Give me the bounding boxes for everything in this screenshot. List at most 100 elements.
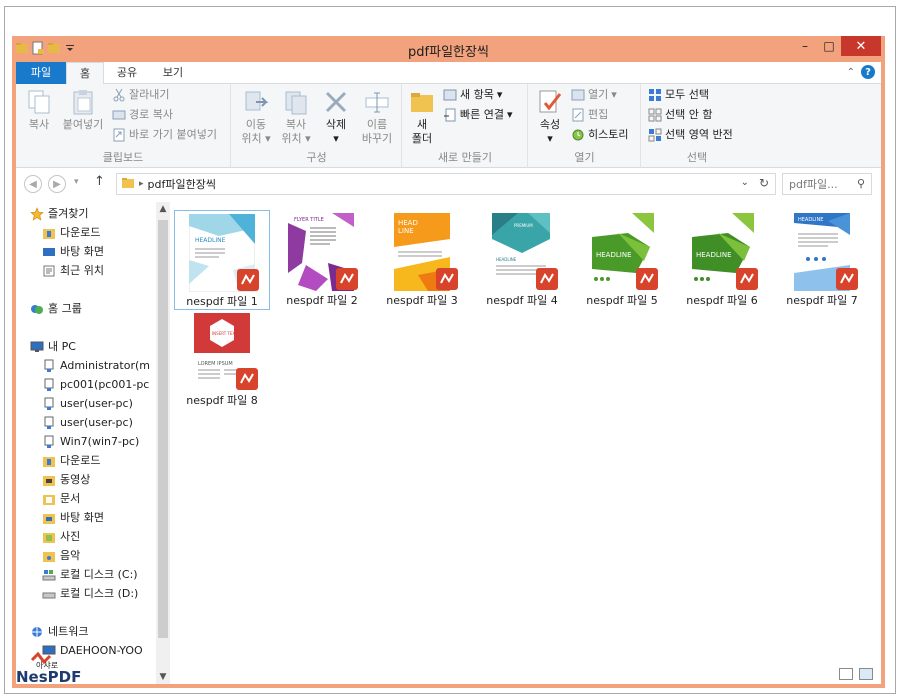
nav-item-desktop-pc[interactable]: 바탕 화면 (42, 508, 156, 527)
up-button[interactable]: ↑ (94, 174, 105, 189)
cut-button[interactable]: 잘라내기 (112, 86, 169, 104)
nav-item-local-disk-d[interactable]: 로컬 디스크 (D:) (42, 584, 156, 603)
large-icons-view-icon[interactable] (859, 668, 873, 680)
refresh-icon[interactable]: ↻ (759, 176, 769, 190)
maximize-button[interactable]: □ (817, 36, 841, 56)
back-button[interactable]: ◀ (24, 175, 42, 193)
file-item[interactable]: HEADLINE nespdf 파일 1 (174, 210, 270, 310)
nav-item-network-drive-3[interactable]: user(user-pc) (42, 394, 156, 413)
collapse-ribbon-icon[interactable]: ⌃ (847, 67, 855, 78)
rename-button[interactable]: 이름 바꾸기 (356, 88, 398, 146)
scroll-thumb[interactable] (158, 220, 168, 638)
svg-text:아샤로: 아샤로 (36, 660, 58, 670)
open-icon (571, 88, 585, 102)
nav-item-network[interactable]: 네트워크 (30, 622, 156, 641)
clipboard-group-label: 클립보드 (102, 151, 144, 164)
file-item[interactable]: HEADLINE nespdf 파일 7 (774, 210, 870, 310)
nav-item-music[interactable]: 음악 (42, 546, 156, 565)
file-item[interactable]: FLYER TITLE nespdf 파일 2 (274, 210, 370, 310)
file-name: nespdf 파일 3 (386, 294, 458, 307)
nespdf-badge-icon (636, 268, 658, 290)
nespdf-badge-icon (237, 269, 259, 291)
nav-item-downloads-pc[interactable]: 다운로드 (42, 451, 156, 470)
nav-item-pictures[interactable]: 사진 (42, 527, 156, 546)
tab-home[interactable]: 홈 (66, 62, 104, 85)
svg-text:HEADLINE: HEADLINE (195, 237, 226, 244)
nav-item-documents[interactable]: 문서 (42, 489, 156, 508)
nav-scrollbar[interactable]: ▲ ▼ (156, 202, 170, 684)
minimize-button[interactable]: – (793, 36, 817, 56)
breadcrumb[interactable]: pdf파일한장씩 (148, 176, 216, 192)
ribbon-help-area: ⌃ ? (847, 65, 875, 79)
new-folder-button[interactable]: 새 폴더 (407, 88, 437, 146)
new-item-icon (443, 88, 457, 102)
copy-path-button[interactable]: 경로 복사 (112, 106, 173, 124)
nav-item-recent[interactable]: 최근 위치 (42, 261, 156, 280)
details-view-icon[interactable] (839, 668, 853, 680)
edit-button[interactable]: 편집 (571, 106, 608, 124)
file-item[interactable]: HEAD LINE nespdf 파일 3 (374, 210, 470, 310)
nav-item-network-drive-1[interactable]: Administrator(m (42, 356, 156, 375)
new-item-button[interactable]: 새 항목 ▾ (443, 86, 502, 104)
ribbon-tabs: 파일 홈 공유 보기 ⌃ ? (16, 62, 881, 162)
nav-item-desktop[interactable]: 바탕 화면 (42, 242, 156, 261)
nav-item-network-drive-4[interactable]: user(user-pc) (42, 413, 156, 432)
close-button[interactable]: ✕ (841, 36, 881, 56)
select-all-button[interactable]: 모두 선택 (648, 86, 709, 104)
search-icon[interactable]: ⚲ (857, 177, 865, 190)
search-input[interactable]: pdf파일... ⚲ (782, 173, 872, 195)
nav-item-downloads[interactable]: 다운로드 (42, 223, 156, 242)
star-icon (30, 206, 44, 221)
file-item[interactable]: HEADLINE nespdf 파일 6 (674, 210, 770, 310)
nav-item-this-pc[interactable]: 내 PC (30, 337, 156, 356)
tab-share[interactable]: 공유 (108, 62, 146, 84)
copy-button[interactable]: 복사 (22, 88, 56, 132)
file-name: nespdf 파일 6 (686, 294, 758, 307)
scroll-up-icon[interactable]: ▲ (156, 202, 170, 216)
navigation-pane: 즐겨찾기 다운로드 바탕 화면 최근 위치 홈 그룹 내 PC Administ… (16, 202, 156, 684)
open-button[interactable]: 열기 ▾ (571, 86, 617, 104)
paste-shortcut-button[interactable]: 바로 가기 붙여넣기 (112, 126, 217, 144)
recent-places-icon (42, 264, 56, 278)
move-to-button[interactable]: 이동 위치 ▾ (236, 88, 276, 146)
forward-button[interactable]: ▶ (48, 175, 66, 193)
nav-item-network-drive-5[interactable]: Win7(win7-pc) (42, 432, 156, 451)
nav-item-local-disk-c[interactable]: 로컬 디스크 (C:) (42, 565, 156, 584)
file-name: nespdf 파일 8 (186, 394, 258, 407)
file-list: HEADLINE nespdf 파일 1 FLYER TITLE nespdf … (174, 202, 881, 684)
computer-icon (30, 340, 44, 354)
scroll-down-icon[interactable]: ▼ (156, 670, 170, 684)
file-item[interactable]: INSERT TEXT LOREM IPSUM nespdf 파일 8 (174, 310, 270, 410)
clipboard-group: 복사 붙여넣기 잘라내기 경로 복사 바로 가기 붙여넣기 클립보드 (16, 84, 231, 168)
paste-button[interactable]: 붙여넣기 (60, 88, 106, 132)
system-drive-icon (42, 568, 56, 582)
delete-button[interactable]: 삭제 ▾ (318, 88, 354, 146)
address-box[interactable]: ▸ pdf파일한장씩 ⌄ ↻ (116, 173, 776, 195)
network-drive-icon (42, 435, 56, 449)
svg-text:HEADLINE: HEADLINE (496, 257, 517, 262)
select-group-label: 선택 (686, 151, 708, 164)
select-none-button[interactable]: 선택 안 함 (648, 106, 712, 124)
invert-selection-button[interactable]: 선택 영역 반전 (648, 126, 733, 144)
nespdf-badge-icon (336, 268, 358, 290)
nav-item-network-drive-2[interactable]: pc001(pc001-pc (42, 375, 156, 394)
recent-locations-dropdown[interactable]: ▾ (74, 177, 79, 187)
copy-to-button[interactable]: 복사 위치 ▾ (276, 88, 316, 146)
properties-button[interactable]: 속성 ▾ (533, 88, 567, 146)
easy-access-button[interactable]: 빠른 연결 ▾ (443, 106, 513, 124)
path-icon (112, 108, 126, 122)
nav-item-videos[interactable]: 동영상 (42, 470, 156, 489)
file-item[interactable]: PREMIUM HEADLINE nespdf 파일 4 (474, 210, 570, 310)
history-button[interactable]: 히스토리 (571, 126, 628, 144)
nav-item-favorites[interactable]: 즐겨찾기 (30, 204, 156, 223)
delete-x-icon (322, 88, 350, 116)
nespdf-badge-icon (436, 268, 458, 290)
desktop-folder-icon (42, 511, 56, 525)
network-icon (30, 625, 44, 639)
help-icon[interactable]: ? (861, 65, 875, 79)
tab-view[interactable]: 보기 (154, 62, 192, 84)
address-dropdown-icon[interactable]: ⌄ (741, 177, 749, 188)
nav-item-homegroup[interactable]: 홈 그룹 (30, 299, 156, 318)
svg-text:HEADLINE: HEADLINE (696, 251, 732, 259)
file-item[interactable]: HEADLINE nespdf 파일 5 (574, 210, 670, 310)
